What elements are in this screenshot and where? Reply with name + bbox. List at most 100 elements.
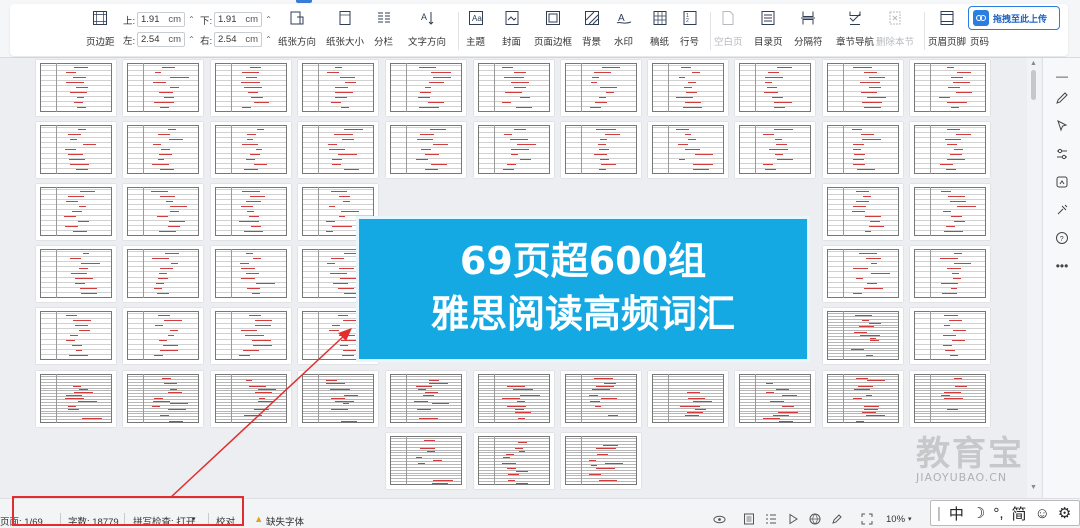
page-thumbnail[interactable]: [36, 60, 116, 116]
zoom-chevron-down-icon[interactable]: ▾: [908, 515, 912, 523]
page-thumbnail[interactable]: [910, 308, 990, 364]
page-thumbnail[interactable]: [910, 122, 990, 178]
toc-page-button[interactable]: 目录页: [754, 10, 783, 48]
page-border-button[interactable]: 页面边框: [534, 10, 572, 48]
columns-button[interactable]: 分栏: [374, 10, 393, 48]
page-view-icon[interactable]: [742, 512, 756, 526]
page-thumbnail[interactable]: [298, 371, 378, 427]
page-thumbnail[interactable]: [123, 60, 203, 116]
page-thumbnail[interactable]: [823, 371, 903, 427]
page-thumbnail[interactable]: [474, 60, 554, 116]
page-thumbnail[interactable]: [910, 60, 990, 116]
page-thumbnail[interactable]: [123, 122, 203, 178]
page-thumbnail[interactable]: [823, 122, 903, 178]
page-thumbnail[interactable]: [910, 371, 990, 427]
separator-button[interactable]: 分隔符: [794, 10, 823, 48]
cover-button[interactable]: 封面: [502, 10, 521, 48]
delete-section-button[interactable]: 删除本节: [876, 10, 914, 48]
page-thumbnail[interactable]: [561, 433, 641, 489]
page-thumbnail[interactable]: [386, 433, 466, 489]
page-thumbnail[interactable]: [211, 184, 291, 240]
header-footer-button[interactable]: 页眉页脚: [928, 10, 966, 48]
section-nav-button[interactable]: 章节导航: [836, 10, 874, 48]
page-thumbnail[interactable]: [823, 246, 903, 302]
scroll-up-icon[interactable]: ▲: [1030, 60, 1037, 67]
page-thumbnail[interactable]: [910, 184, 990, 240]
page-thumbnail[interactable]: [561, 122, 641, 178]
upload-button[interactable]: 拖拽至此上传: [968, 6, 1060, 30]
page-thumbnail[interactable]: [910, 246, 990, 302]
play-icon[interactable]: [786, 512, 800, 526]
emoji-icon[interactable]: ☺: [1035, 505, 1050, 522]
page-thumbnail[interactable]: [823, 184, 903, 240]
page-thumbnail[interactable]: [211, 122, 291, 178]
page-thumbnail[interactable]: [211, 60, 291, 116]
margin-top-stepper[interactable]: ⌃: [187, 12, 196, 27]
page-thumbnail[interactable]: [735, 122, 815, 178]
margin-right-stepper[interactable]: ⌃: [264, 32, 273, 47]
page-thumbnail[interactable]: [823, 60, 903, 116]
web-view-icon[interactable]: [808, 512, 822, 526]
page-thumbnail[interactable]: [211, 308, 291, 364]
outline-view-icon[interactable]: [764, 512, 778, 526]
scrollbar-thumb[interactable]: [1031, 70, 1036, 100]
line-number-button[interactable]: 12 行号: [680, 10, 699, 48]
page-thumbnail[interactable]: [386, 371, 466, 427]
page-thumbnail[interactable]: [386, 60, 466, 116]
page-thumbnail[interactable]: [648, 122, 728, 178]
ime-punctuation-toggle[interactable]: °,: [993, 505, 1003, 522]
text-direction-button[interactable]: A 文字方向: [408, 10, 446, 48]
zoom-level[interactable]: 10%: [886, 514, 905, 525]
page-thumbnail[interactable]: [386, 122, 466, 178]
collapse-icon[interactable]: —: [1054, 68, 1070, 84]
cursor-select-icon[interactable]: [1054, 118, 1070, 134]
manuscript-button[interactable]: 稿纸: [650, 10, 669, 48]
page-thumbnail[interactable]: [211, 371, 291, 427]
page-thumbnail[interactable]: [735, 60, 815, 116]
margin-top-input[interactable]: 1.91 cm: [137, 12, 185, 27]
margin-bottom-stepper[interactable]: ⌃: [264, 12, 273, 27]
margin-bottom-input[interactable]: 1.91 cm: [214, 12, 262, 27]
page-thumbnail[interactable]: [36, 246, 116, 302]
ime-settings-icon[interactable]: ⚙: [1058, 504, 1071, 522]
more-options-icon[interactable]: •••: [1054, 258, 1070, 274]
page-thumbnail[interactable]: [36, 184, 116, 240]
page-thumbnail[interactable]: [123, 308, 203, 364]
background-button[interactable]: 背景: [582, 10, 601, 48]
page-thumbnail[interactable]: [123, 371, 203, 427]
margin-left-input[interactable]: 2.54 cm: [137, 32, 185, 47]
page-thumbnail[interactable]: [561, 371, 641, 427]
page-thumbnail[interactable]: [823, 308, 903, 364]
page-thumbnail[interactable]: [648, 371, 728, 427]
page-thumbnail[interactable]: [561, 60, 641, 116]
style-palette-icon[interactable]: [1054, 174, 1070, 190]
page-thumbnail[interactable]: [735, 371, 815, 427]
page-thumbnail[interactable]: [36, 122, 116, 178]
blank-page-button[interactable]: 空白页: [714, 10, 743, 48]
page-thumbnail[interactable]: [211, 246, 291, 302]
ime-mode-toggle[interactable]: 中: [949, 503, 964, 524]
page-thumbnail[interactable]: [474, 371, 554, 427]
page-thumbnail[interactable]: [123, 246, 203, 302]
page-thumbnail[interactable]: [474, 433, 554, 489]
moon-icon[interactable]: ☽: [972, 504, 985, 522]
pen-icon[interactable]: [1054, 90, 1070, 106]
margin-left-stepper[interactable]: ⌃: [187, 32, 196, 47]
adjust-sliders-icon[interactable]: [1054, 146, 1070, 162]
page-thumbnail[interactable]: [298, 60, 378, 116]
watermark-button[interactable]: A 水印: [614, 10, 633, 48]
margin-right-input[interactable]: 2.54 cm: [214, 32, 262, 47]
page-thumbnail[interactable]: [36, 308, 116, 364]
ime-simplified-toggle[interactable]: 简: [1012, 503, 1027, 524]
page-thumbnail[interactable]: [648, 60, 728, 116]
orientation-button[interactable]: 纸张方向: [278, 10, 316, 48]
eye-protection-icon[interactable]: [712, 512, 726, 526]
tools-icon[interactable]: [1054, 202, 1070, 218]
page-thumbnail[interactable]: [123, 184, 203, 240]
missing-font-link[interactable]: 缺失字体: [266, 514, 304, 528]
page-margins-button[interactable]: 页边距: [86, 10, 115, 48]
fit-page-icon[interactable]: [860, 512, 874, 526]
page-thumbnail[interactable]: [36, 371, 116, 427]
page-thumbnail[interactable]: [474, 122, 554, 178]
paper-size-button[interactable]: 纸张大小: [326, 10, 364, 48]
